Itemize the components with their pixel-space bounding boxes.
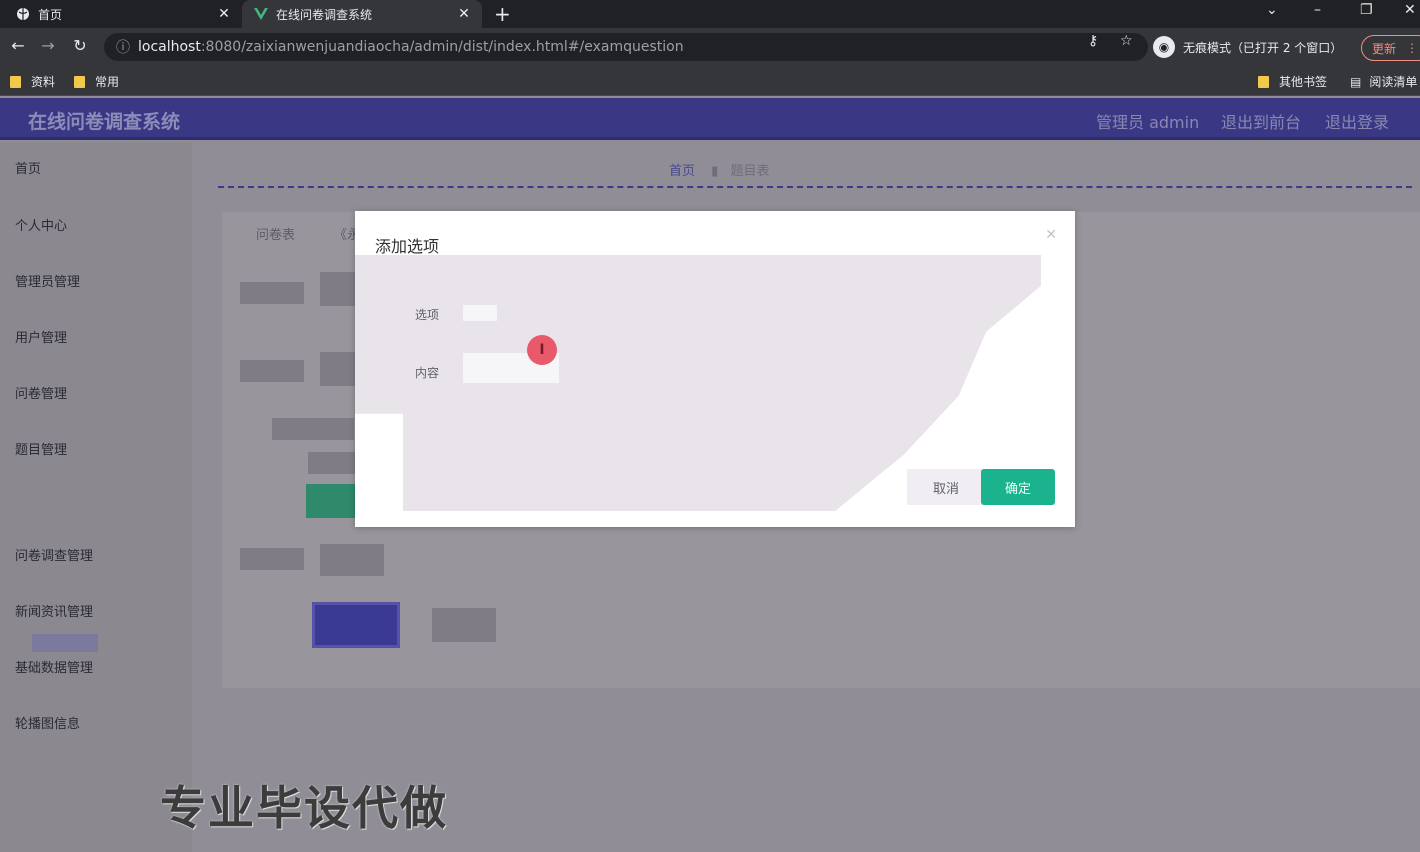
bookmark-label: 阅读清单 xyxy=(1369,75,1418,89)
sidebar-item-admins[interactable]: 管理员管理 xyxy=(15,271,80,290)
dialog-title: 添加选项 xyxy=(375,237,440,256)
key-icon[interactable]: ⚷ xyxy=(1088,33,1098,49)
sidebar-item-news[interactable]: 新闻资讯管理 xyxy=(15,601,93,620)
field-label xyxy=(308,452,356,474)
window-close-icon[interactable]: ✕ xyxy=(1404,2,1416,18)
address-bar[interactable]: ⓘ localhost:8080/zaixianwenjuandiaocha/a… xyxy=(104,33,1148,61)
exit-to-front-link[interactable]: 退出到前台 xyxy=(1221,109,1301,133)
cancel-button[interactable]: 取消 xyxy=(907,469,985,505)
info-icon[interactable]: ⓘ xyxy=(116,37,130,57)
tab-search-icon[interactable]: ⌄ xyxy=(1266,2,1278,18)
cancel-button[interactable] xyxy=(432,608,496,642)
sidebar-item-surveys[interactable]: 问卷调查管理 xyxy=(15,545,93,564)
app-header: 在线问卷调查系统 管理员 admin 退出到前台 退出登录 xyxy=(0,98,1420,140)
url-host: localhost xyxy=(138,39,201,55)
back-icon[interactable]: ← xyxy=(8,36,28,55)
update-button[interactable]: 更新 ⋮ xyxy=(1361,35,1420,61)
sidebar-item-home[interactable]: 首页 xyxy=(15,158,41,177)
browser-toolbar: ← → ↻ ⓘ localhost:8080/zaixianwenjuandia… xyxy=(0,28,1420,66)
update-label: 更新 xyxy=(1372,41,1397,56)
restore-icon[interactable]: ❐ xyxy=(1360,2,1373,18)
close-icon[interactable]: ✕ xyxy=(1045,227,1057,243)
folder-icon xyxy=(1258,75,1269,88)
admin-user-label: 管理员 admin xyxy=(1096,113,1200,132)
bookmark-label: 常用 xyxy=(95,75,120,89)
browser-tab-active[interactable]: 在线问卷调查系统 ✕ xyxy=(242,0,482,28)
field-input[interactable] xyxy=(320,352,356,386)
bookmark-folder[interactable]: 资料 xyxy=(10,73,55,90)
logout-link[interactable]: 退出登录 xyxy=(1325,109,1389,133)
globe-icon xyxy=(16,7,30,21)
app-title: 在线问卷调查系统 xyxy=(28,111,181,133)
sidebar-item-users[interactable]: 用户管理 xyxy=(15,327,67,346)
option-label: 选项 xyxy=(415,308,440,322)
sidebar-item-basic-data[interactable]: 基础数据管理 xyxy=(15,657,93,676)
field-label xyxy=(240,282,304,304)
field-label xyxy=(272,418,354,440)
url-path: :8080/zaixianwenjuandiaocha/admin/dist/i… xyxy=(200,39,684,55)
watermark-text: 专业毕设代做 xyxy=(160,781,448,835)
bookmark-label: 资料 xyxy=(31,75,56,89)
content-label: 内容 xyxy=(415,366,440,380)
divider xyxy=(218,186,1412,188)
sidebar-item-profile[interactable]: 个人中心 xyxy=(15,215,67,234)
bookmarks-bar: 资料 常用 其他书签 ▤ 阅读清单 xyxy=(0,66,1420,96)
reading-list-icon: ▤ xyxy=(1350,74,1362,89)
breadcrumb-separator-icon: ▮ xyxy=(711,164,719,179)
breadcrumb-current: 题目表 xyxy=(730,164,770,179)
submit-button[interactable] xyxy=(312,602,400,648)
reading-list[interactable]: ▤ 阅读清单 xyxy=(1350,73,1417,90)
sidebar-item-questions[interactable]: 题目管理 xyxy=(15,439,67,458)
text-cursor-icon: I xyxy=(527,335,557,365)
folder-icon xyxy=(74,75,85,88)
other-bookmarks[interactable]: 其他书签 xyxy=(1258,73,1327,90)
incognito-icon: ◉ xyxy=(1153,36,1175,58)
close-icon[interactable]: ✕ xyxy=(216,6,232,22)
breadcrumb-home[interactable]: 首页 xyxy=(669,164,695,179)
minimize-icon[interactable]: – xyxy=(1314,2,1321,18)
sidebar-subitem-active[interactable] xyxy=(32,634,98,652)
forward-icon[interactable]: → xyxy=(38,36,58,55)
vue-icon xyxy=(254,7,268,21)
browser-tab-home[interactable]: 首页 ✕ xyxy=(0,0,242,28)
incognito-label: 无痕模式（已打开 2 个窗口） xyxy=(1183,40,1343,55)
sidebar: 首页 个人中心 管理员管理 用户管理 问卷管理 题目管理 问卷调查管理 新闻资讯… xyxy=(0,142,192,852)
browser-tab-strip: 首页 ✕ 在线问卷调查系统 ✕ + ⌄ – ❐ ✕ xyxy=(0,0,1420,28)
browser-tab-home-label: 首页 xyxy=(38,7,63,22)
browser-tab-active-label: 在线问卷调查系统 xyxy=(276,7,373,22)
menu-icon: ⋮ xyxy=(1406,41,1419,55)
star-icon[interactable]: ☆ xyxy=(1120,33,1133,49)
field-label xyxy=(240,360,304,382)
field-label xyxy=(240,548,304,570)
close-icon[interactable]: ✕ xyxy=(456,6,472,22)
new-tab-button[interactable]: + xyxy=(494,2,511,26)
confirm-button[interactable]: 确定 xyxy=(981,469,1055,505)
add-option-dialog: 添加选项 ✕ 选项 内容 I 取消 确定 xyxy=(355,211,1075,527)
option-input[interactable] xyxy=(463,305,497,321)
bookmark-label: 其他书签 xyxy=(1279,75,1328,89)
bookmark-folder[interactable]: 常用 xyxy=(74,73,119,90)
field-label: 问卷表 xyxy=(256,228,296,243)
field-input[interactable] xyxy=(320,272,356,306)
sidebar-item-questionnaires[interactable]: 问卷管理 xyxy=(15,383,67,402)
reload-icon[interactable]: ↻ xyxy=(70,36,90,55)
field-input[interactable] xyxy=(320,544,384,576)
incognito-indicator[interactable]: ◉ 无痕模式（已打开 2 个窗口） xyxy=(1153,33,1342,61)
sidebar-item-carousel[interactable]: 轮播图信息 xyxy=(15,713,80,732)
breadcrumb: 首页 ▮ 题目表 xyxy=(669,160,769,179)
folder-icon xyxy=(10,75,21,88)
add-option-button[interactable] xyxy=(306,484,356,518)
